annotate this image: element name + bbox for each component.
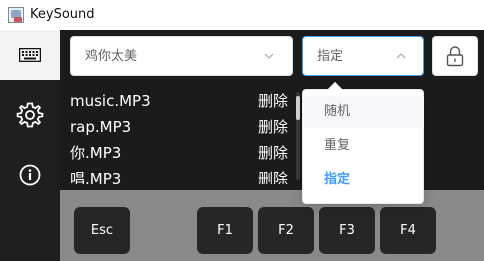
title-bar: KeySound: [0, 0, 484, 30]
key-f2[interactable]: F2: [258, 207, 314, 254]
mode-select[interactable]: 指定: [302, 36, 424, 76]
sidebar: [0, 30, 60, 261]
key-f1[interactable]: F1: [197, 207, 253, 254]
sidebar-item-keyboard[interactable]: [0, 30, 60, 80]
chevron-down-icon: [264, 53, 274, 59]
song-row: rap.MP3 删除: [70, 114, 300, 140]
key-label: F4: [400, 222, 416, 238]
song-select-value: 鸡你太美: [85, 49, 138, 64]
song-name: music.MP3: [70, 92, 151, 110]
song-list: music.MP3 删除 rap.MP3 删除 你.MP3 删除 唱.MP3 删…: [70, 88, 300, 184]
sidebar-item-info[interactable]: [0, 150, 60, 200]
key-f4[interactable]: F4: [380, 207, 436, 254]
keyboard-icon: [19, 48, 41, 62]
song-row: 唱.MP3 删除: [70, 166, 300, 184]
song-row: 你.MP3 删除: [70, 140, 300, 166]
key-esc[interactable]: Esc: [74, 207, 130, 254]
scrollbar-thumb[interactable]: [296, 96, 300, 120]
delete-button[interactable]: 删除: [258, 118, 288, 136]
song-list-scrollbar[interactable]: [296, 92, 300, 180]
delete-button[interactable]: 删除: [258, 170, 288, 184]
song-name: rap.MP3: [70, 118, 132, 136]
dropdown-option-random[interactable]: 随机: [304, 96, 424, 128]
app-icon: [8, 7, 24, 23]
dropdown-option-specified[interactable]: 指定: [304, 164, 424, 196]
lock-icon: [446, 46, 464, 67]
lock-button[interactable]: [432, 36, 478, 76]
chevron-up-icon: [396, 53, 406, 59]
key-f3[interactable]: F3: [319, 207, 375, 254]
window-title: KeySound: [30, 7, 95, 22]
delete-button[interactable]: 删除: [258, 92, 288, 110]
song-select[interactable]: 鸡你太美: [70, 36, 293, 76]
key-label: Esc: [90, 222, 114, 238]
song-name: 你.MP3: [70, 144, 122, 162]
delete-button[interactable]: 删除: [258, 144, 288, 162]
song-row: music.MP3 删除: [70, 88, 300, 114]
key-label: F2: [278, 222, 294, 238]
key-label: F3: [339, 222, 355, 238]
mode-select-value: 指定: [317, 49, 344, 64]
gear-icon: [16, 102, 44, 128]
info-icon: [19, 164, 41, 186]
song-name: 唱.MP3: [70, 170, 122, 184]
mode-dropdown-menu: 随机 重复 指定: [302, 89, 424, 204]
key-label: F1: [217, 222, 233, 238]
dropdown-option-repeat[interactable]: 重复: [304, 130, 424, 162]
sidebar-item-settings[interactable]: [0, 90, 60, 140]
